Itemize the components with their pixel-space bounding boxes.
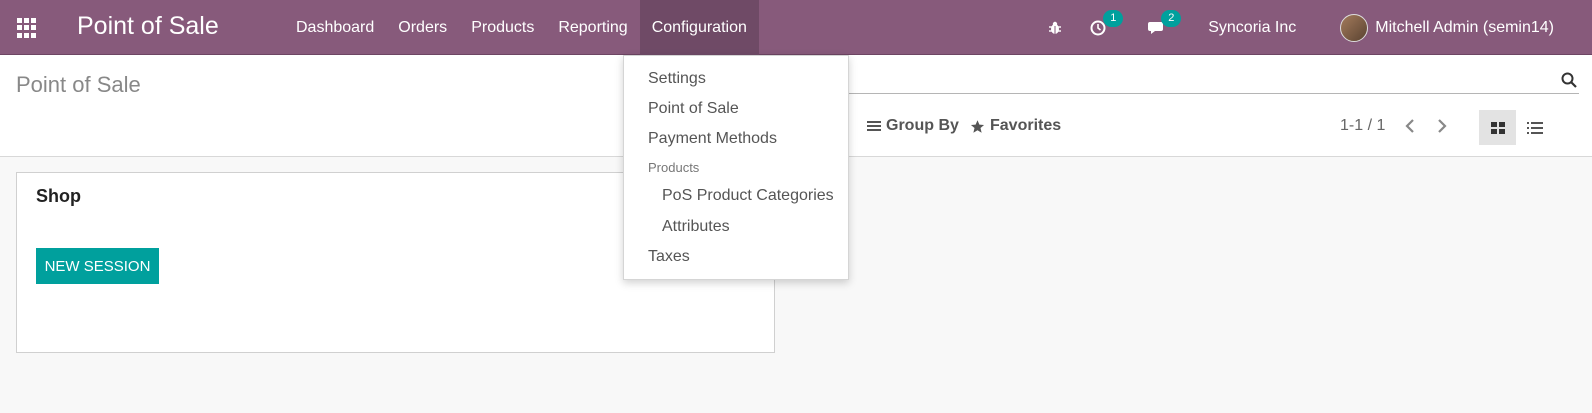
user-menu[interactable]: Mitchell Admin (semin14) bbox=[1340, 13, 1554, 42]
app-brand[interactable]: Point of Sale bbox=[77, 12, 219, 41]
group-by-label: Group By bbox=[886, 117, 959, 134]
dropdown-item-settings[interactable]: Settings bbox=[648, 70, 706, 88]
breadcrumb: Point of Sale bbox=[16, 72, 141, 97]
new-session-button[interactable]: NEW SESSION bbox=[36, 248, 159, 284]
bug-icon bbox=[1049, 21, 1062, 34]
dropdown-item-pos-product-categories[interactable]: PoS Product Categories bbox=[662, 187, 834, 205]
main-menu: Dashboard Orders Products Reporting Conf… bbox=[284, 0, 759, 55]
card-title: Shop bbox=[36, 186, 81, 206]
kanban-view-button[interactable] bbox=[1479, 110, 1516, 145]
menu-reporting[interactable]: Reporting bbox=[546, 0, 639, 55]
pager-value[interactable]: 1-1 / 1 bbox=[1340, 117, 1385, 135]
configuration-dropdown: Settings Point of Sale Payment Methods P… bbox=[623, 55, 849, 280]
menu-orders[interactable]: Orders bbox=[386, 0, 459, 55]
dropdown-item-payment-methods[interactable]: Payment Methods bbox=[648, 130, 777, 148]
systray: 1 2 Syncoria Inc Mitchell Admin (semin14… bbox=[1034, 0, 1592, 55]
chevron-right-icon bbox=[1438, 119, 1447, 133]
activity-button[interactable]: 1 bbox=[1090, 9, 1124, 36]
star-icon bbox=[970, 119, 985, 133]
menu-configuration[interactable]: Configuration bbox=[639, 0, 759, 55]
menu-products[interactable]: Products bbox=[459, 0, 546, 55]
list-icon bbox=[1526, 121, 1543, 134]
chevron-left-icon bbox=[1405, 119, 1414, 133]
list-view-button[interactable] bbox=[1516, 110, 1553, 145]
dropdown-section-products: Products bbox=[648, 160, 700, 175]
messages-count-badge: 2 bbox=[1161, 9, 1182, 27]
debug-button[interactable] bbox=[1048, 21, 1062, 35]
dropdown-item-attributes[interactable]: Attributes bbox=[662, 218, 730, 236]
pager-next-button[interactable] bbox=[1436, 117, 1448, 140]
apps-menu-icon[interactable] bbox=[17, 18, 37, 38]
kanban-grid-icon bbox=[1490, 121, 1505, 134]
company-switcher[interactable]: Syncoria Inc bbox=[1208, 19, 1296, 37]
menu-dashboard[interactable]: Dashboard bbox=[284, 0, 386, 55]
bars-icon bbox=[867, 121, 881, 131]
messages-button[interactable]: 2 bbox=[1148, 9, 1182, 36]
favorites-label: Favorites bbox=[990, 117, 1062, 134]
favorites-button[interactable]: Favorites bbox=[970, 117, 1061, 135]
dropdown-item-point-of-sale[interactable]: Point of Sale bbox=[648, 100, 739, 118]
top-navbar: Point of Sale Dashboard Orders Products … bbox=[0, 0, 1592, 55]
activity-count-badge: 1 bbox=[1103, 9, 1124, 27]
avatar bbox=[1340, 13, 1369, 42]
search-input[interactable] bbox=[849, 68, 1579, 94]
user-name: Mitchell Admin (semin14) bbox=[1375, 18, 1554, 36]
search-icon[interactable] bbox=[1561, 72, 1577, 88]
pager-previous-button[interactable] bbox=[1404, 117, 1416, 140]
group-by-button[interactable]: Group By bbox=[867, 117, 959, 135]
dropdown-item-taxes[interactable]: Taxes bbox=[648, 248, 690, 266]
